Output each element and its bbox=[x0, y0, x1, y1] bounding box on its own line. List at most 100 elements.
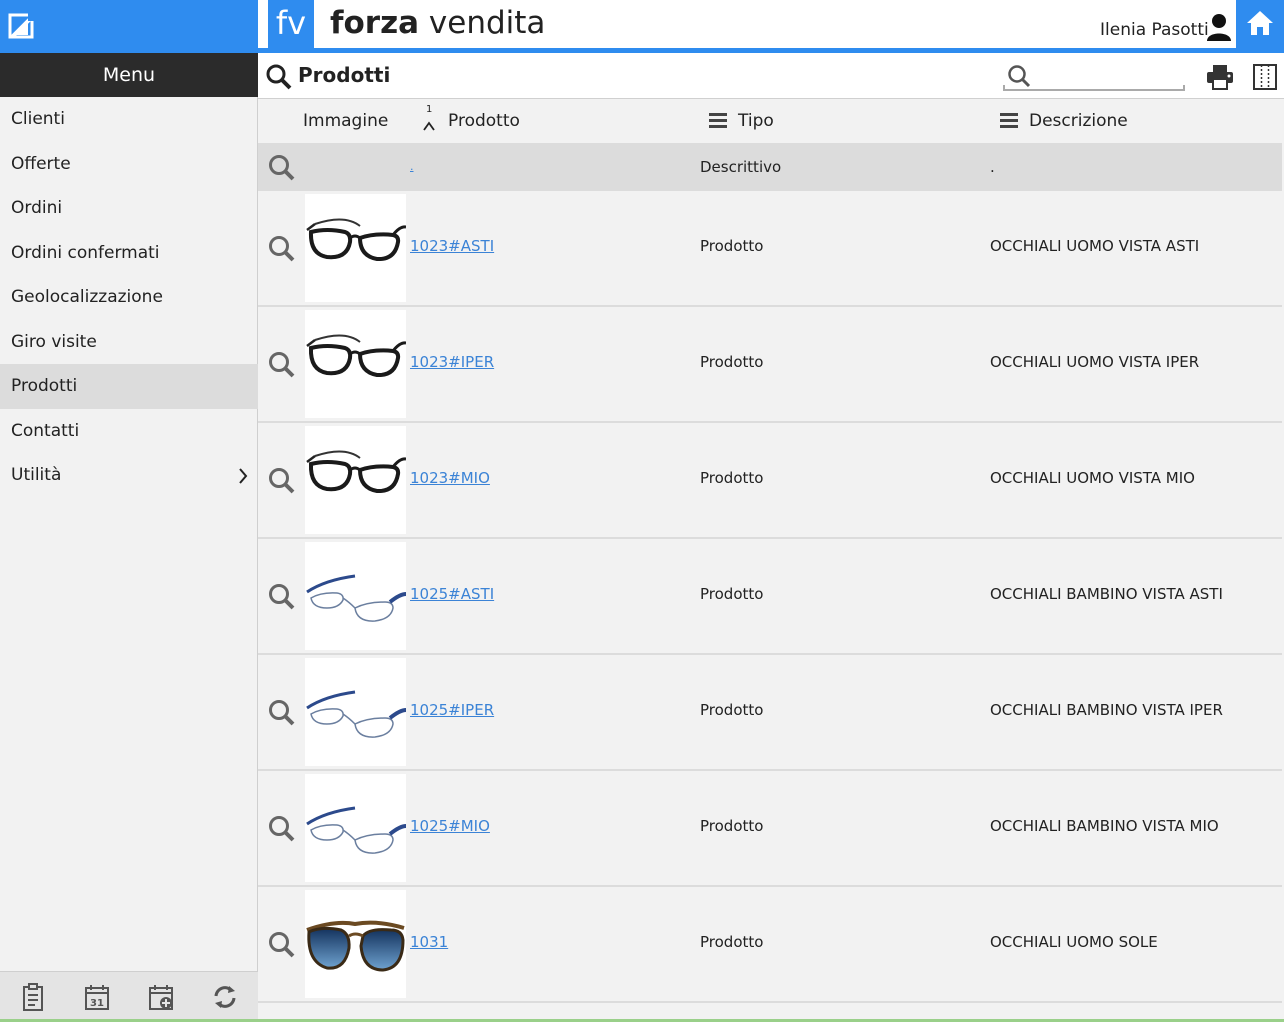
search-icon bbox=[266, 64, 292, 90]
table-row[interactable]: 1025#IPER Prodotto OCCHIALI BAMBINO VISTA … bbox=[258, 655, 1282, 771]
brand-light: vendita bbox=[419, 5, 546, 41]
column-header-product-label: Prodotto bbox=[448, 111, 520, 131]
sidebar-item-offerte[interactable]: Offerte bbox=[0, 142, 258, 187]
table-row[interactable]: 1023#IPER Prodotto OCCHIALI UOMO VISTA IPE… bbox=[258, 307, 1282, 423]
search-icon[interactable] bbox=[268, 351, 295, 378]
sidebar-item-label: Giro visite bbox=[11, 331, 97, 352]
product-description: OCCHIALI UOMO VISTA MIO bbox=[990, 469, 1195, 487]
product-type: Prodotto bbox=[700, 585, 764, 603]
column-header-type[interactable]: Tipo bbox=[709, 99, 829, 143]
fv-logo: fv bbox=[268, 0, 314, 48]
search-icon[interactable] bbox=[268, 699, 295, 726]
columns-icon[interactable] bbox=[1252, 63, 1278, 91]
table-row[interactable]: 1023#MIO Prodotto OCCHIALI UOMO VISTA MIO bbox=[258, 423, 1282, 539]
table-row[interactable]: 1023#ASTI Prodotto OCCHIALI UOMO VISTA AST… bbox=[258, 191, 1282, 307]
product-image bbox=[305, 774, 407, 882]
print-icon[interactable] bbox=[1206, 64, 1234, 90]
sidebar-footer: 31 bbox=[0, 971, 258, 1022]
search-icon[interactable] bbox=[268, 931, 295, 958]
product-code-link[interactable]: 1025#ASTI bbox=[410, 585, 494, 603]
product-code-link[interactable]: 1025#MIO bbox=[410, 817, 490, 835]
column-header-product[interactable]: 1 Prodotto bbox=[423, 99, 553, 143]
app-logo-icon bbox=[8, 11, 38, 39]
product-type: Prodotto bbox=[700, 933, 764, 951]
product-image bbox=[305, 310, 407, 418]
table-row[interactable]: 1031 Prodotto OCCHIALI UOMO SOLE bbox=[258, 887, 1282, 1003]
menu-lines-icon bbox=[1000, 113, 1018, 128]
product-code-link[interactable]: 1031 bbox=[410, 933, 448, 951]
table-rows: 1023#ASTI Prodotto OCCHIALI UOMO VISTA AST… bbox=[258, 191, 1282, 1003]
product-code-link[interactable]: 1025#IPER bbox=[410, 701, 494, 719]
sidebar: Menu Clienti Offerte Ordini Ordini confe… bbox=[0, 0, 258, 1022]
calendar-add-icon[interactable] bbox=[147, 982, 175, 1012]
search-icon[interactable] bbox=[268, 467, 295, 494]
search-icon[interactable] bbox=[268, 583, 295, 610]
sidebar-item-contatti[interactable]: Contatti bbox=[0, 409, 258, 454]
sidebar-item-label: Contatti bbox=[11, 420, 80, 441]
product-description: OCCHIALI UOMO SOLE bbox=[990, 933, 1158, 951]
search-icon[interactable] bbox=[268, 815, 295, 842]
sidebar-item-prodotti[interactable]: Prodotti bbox=[0, 364, 258, 409]
blue-wire-glasses-image bbox=[306, 690, 407, 738]
sidebar-item-giro-visite[interactable]: Giro visite bbox=[0, 320, 258, 365]
black-frame-glasses-image bbox=[306, 334, 407, 378]
product-type: Prodotto bbox=[700, 353, 764, 371]
column-header-type-label: Tipo bbox=[738, 111, 774, 131]
column-header-description[interactable]: Descrizione bbox=[1000, 99, 1160, 143]
sidebar-item-geolocalizzazione[interactable]: Geolocalizzazione bbox=[0, 275, 258, 320]
app-logo[interactable] bbox=[0, 0, 258, 53]
table-row[interactable]: 1025#MIO Prodotto OCCHIALI BAMBINO VISTA M… bbox=[258, 771, 1282, 887]
sidebar-item-label: Utilità bbox=[11, 465, 62, 485]
product-code-link[interactable]: 1023#ASTI bbox=[410, 237, 494, 255]
search-box bbox=[1003, 61, 1185, 91]
search-icon[interactable] bbox=[268, 154, 295, 181]
sidebar-item-clienti[interactable]: Clienti bbox=[0, 97, 258, 142]
filter-type[interactable]: Descrittivo bbox=[700, 143, 781, 191]
sidebar-item-label: Offerte bbox=[11, 153, 71, 174]
user-name[interactable]: Ilenia Pasotti bbox=[1100, 20, 1209, 40]
sidebar-item-label: Clienti bbox=[11, 109, 65, 129]
sidebar-item-label: Ordini confermati bbox=[11, 242, 160, 263]
sync-icon[interactable] bbox=[211, 982, 239, 1012]
search-underline bbox=[1003, 85, 1185, 91]
sidebar-item-ordini-confermati[interactable]: Ordini confermati bbox=[0, 231, 258, 276]
product-code-link[interactable]: 1023#MIO bbox=[410, 469, 490, 487]
sidebar-item-ordini[interactable]: Ordini bbox=[0, 186, 258, 231]
product-description: OCCHIALI UOMO VISTA IPER bbox=[990, 353, 1200, 371]
menu-header: Menu bbox=[0, 53, 258, 97]
column-header-description-label: Descrizione bbox=[1029, 111, 1128, 131]
product-description: OCCHIALI BAMBINO VISTA MIO bbox=[990, 817, 1219, 835]
table-row[interactable]: 1025#ASTI Prodotto OCCHIALI BAMBINO VISTA … bbox=[258, 539, 1282, 655]
blue-wire-glasses-image bbox=[306, 806, 407, 854]
page-title: Prodotti bbox=[298, 63, 391, 87]
user-icon[interactable] bbox=[1206, 13, 1232, 41]
blue-wire-glasses-image bbox=[306, 574, 407, 622]
product-type: Prodotto bbox=[700, 237, 764, 255]
sort-ascending-icon bbox=[423, 121, 435, 131]
home-icon bbox=[1247, 11, 1273, 35]
clipboard-icon[interactable] bbox=[19, 982, 47, 1012]
products-table: Immagine 1 Prodotto Tipo Descrizione . D… bbox=[258, 99, 1284, 1022]
filter-description[interactable]: . bbox=[990, 143, 995, 191]
table-header: Immagine 1 Prodotto Tipo Descrizione bbox=[258, 99, 1284, 143]
column-header-image[interactable]: Immagine bbox=[303, 99, 388, 143]
black-frame-glasses-image bbox=[306, 450, 407, 494]
home-button[interactable] bbox=[1236, 0, 1284, 48]
product-image bbox=[305, 426, 407, 534]
filter-product[interactable]: . bbox=[410, 143, 414, 191]
brand-bold: forza bbox=[330, 5, 420, 41]
sidebar-item-label: Geolocalizzazione bbox=[11, 287, 163, 307]
filter-row: . Descrittivo . bbox=[258, 143, 1282, 191]
brand-name: forza vendita bbox=[330, 5, 545, 41]
product-description: OCCHIALI BAMBINO VISTA ASTI bbox=[990, 585, 1223, 603]
top-header: fv forza vendita Ilenia Pasotti bbox=[258, 0, 1284, 53]
sidebar-item-label: Prodotti bbox=[11, 376, 78, 396]
product-code-link[interactable]: 1023#IPER bbox=[410, 353, 494, 371]
search-icon[interactable] bbox=[268, 235, 295, 262]
sidebar-item-utilita[interactable]: Utilità bbox=[0, 453, 258, 498]
product-image bbox=[305, 890, 406, 998]
product-description: OCCHIALI BAMBINO VISTA IPER bbox=[990, 701, 1223, 719]
product-type: Prodotto bbox=[700, 469, 764, 487]
calendar-31-icon[interactable]: 31 bbox=[83, 982, 111, 1012]
sidebar-nav: Clienti Offerte Ordini Ordini confermati… bbox=[0, 97, 258, 498]
